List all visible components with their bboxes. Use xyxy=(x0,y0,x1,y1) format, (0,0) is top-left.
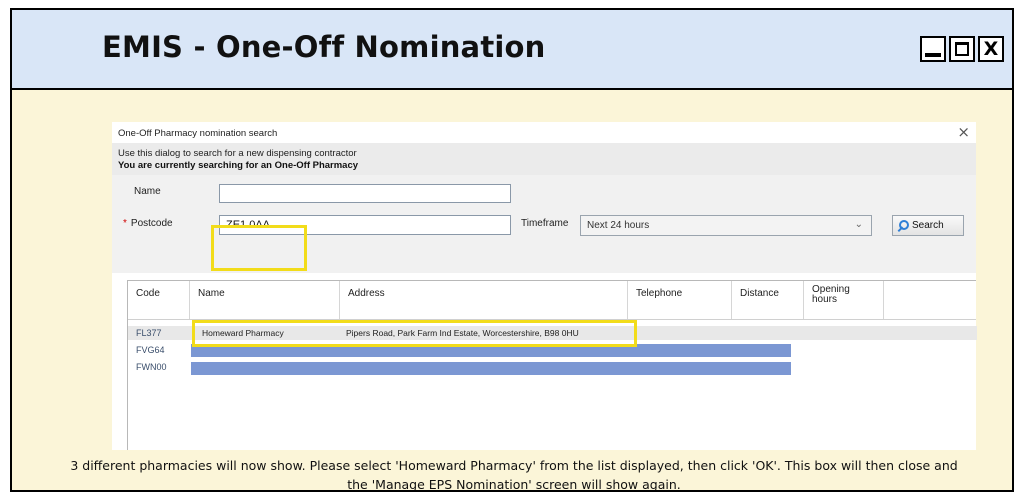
dialog-info-text: Use this dialog to search for a new disp… xyxy=(118,148,357,159)
window-title: EMIS - One-Off Nomination xyxy=(102,30,546,64)
dialog-info-panel: Use this dialog to search for a new disp… xyxy=(112,143,976,175)
title-bar: EMIS - One-Off Nomination X xyxy=(12,10,1012,90)
maximize-icon[interactable] xyxy=(949,36,975,62)
minimize-icon[interactable] xyxy=(920,36,946,62)
required-marker: * xyxy=(123,218,127,229)
postcode-label-group: * Postcode xyxy=(123,218,173,229)
timeframe-value: Next 24 hours xyxy=(587,220,650,231)
instruction-line-1: 3 different pharmacies will now show. Pl… xyxy=(70,458,958,473)
row-code[interactable]: FWN00 xyxy=(136,362,167,372)
row-code: FL377 xyxy=(136,328,162,338)
name-label: Name xyxy=(134,186,161,197)
dialog-title: One-Off Pharmacy nomination search xyxy=(118,128,278,139)
instruction-line-2: the 'Manage EPS Nomination' screen will … xyxy=(347,477,681,492)
search-button-label: Search xyxy=(912,220,944,231)
name-input[interactable] xyxy=(219,184,511,203)
results-header: Code Name Address Telephone Distance Ope… xyxy=(128,281,976,320)
timeframe-label: Timeframe xyxy=(521,218,569,229)
instruction-text: 3 different pharmacies will now show. Pl… xyxy=(12,456,1012,492)
col-header-address[interactable]: Address xyxy=(340,281,628,319)
timeframe-select[interactable]: Next 24 hours ⌄ xyxy=(580,215,872,236)
close-icon[interactable]: X xyxy=(978,36,1004,62)
window-controls: X xyxy=(920,36,1004,62)
col-header-opening-hours[interactable]: Opening hours xyxy=(804,281,884,319)
col-header-distance[interactable]: Distance xyxy=(732,281,804,319)
dialog-info-mode: You are currently searching for an One-O… xyxy=(118,160,359,171)
results-grid: Code Name Address Telephone Distance Ope… xyxy=(127,280,977,450)
dialog-close-icon[interactable]: × xyxy=(957,123,970,141)
chevron-down-icon: ⌄ xyxy=(854,219,863,230)
row-code[interactable]: FVG64 xyxy=(136,345,165,355)
pharmacy-search-dialog: One-Off Pharmacy nomination search × Use… xyxy=(112,122,977,450)
postcode-label: Postcode xyxy=(130,218,173,229)
col-header-code[interactable]: Code xyxy=(128,281,190,319)
search-icon xyxy=(899,219,909,232)
app-window: EMIS - One-Off Nomination X One-Off Phar… xyxy=(10,8,1014,492)
pharmacy-row-highlight xyxy=(192,320,637,347)
col-header-name[interactable]: Name xyxy=(190,281,340,319)
redacted-row-bar[interactable] xyxy=(191,362,791,375)
col-header-telephone[interactable]: Telephone xyxy=(628,281,732,319)
postcode-highlight xyxy=(211,225,307,271)
search-button[interactable]: Search xyxy=(892,215,964,236)
